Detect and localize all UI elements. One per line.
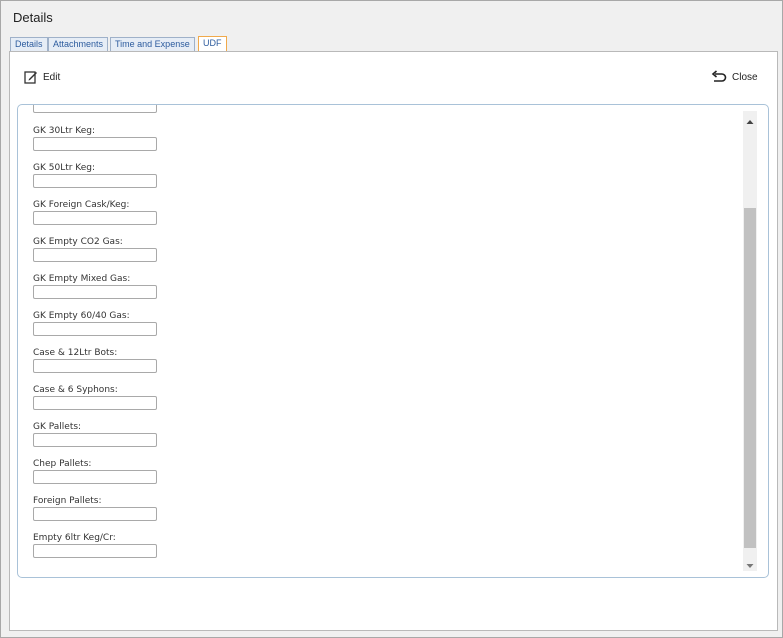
gk-empty-mixed-gas-input[interactable] (33, 285, 157, 299)
gk-empty-co2-gas-input[interactable] (33, 248, 157, 262)
field-chep-pallets: Chep Pallets: (33, 458, 173, 484)
field-case-6-syphons: Case & 6 Syphons: (33, 384, 173, 410)
tab-attachments[interactable]: Attachments (48, 37, 109, 51)
case-12ltr-bots-input[interactable] (33, 359, 157, 373)
empty-6ltr-keg-cr-input[interactable] (33, 544, 157, 558)
field-label: GK Empty 60/40 Gas: (33, 311, 130, 321)
field-label: Case & 12Ltr Bots: (33, 348, 118, 358)
field-label: GK Pallets: (33, 422, 82, 432)
gk-foreign-cask-keg-input[interactable] (33, 211, 157, 225)
gk-empty-60-40-gas-input[interactable] (33, 322, 157, 336)
field-gk-empty-co2-gas: GK Empty CO2 Gas: (33, 236, 173, 262)
scroll-up-button[interactable] (743, 113, 757, 125)
udf-form: GK 30Ltr Keg: GK 50Ltr Keg: GK Foreign C… (17, 104, 769, 578)
field-gk-30ltr-keg: GK 30Ltr Keg: (33, 125, 173, 151)
field-case-12ltr-bots: Case & 12Ltr Bots: (33, 347, 173, 373)
partial-input-field[interactable] (33, 105, 157, 113)
field-gk-empty-60-40-gas: GK Empty 60/40 Gas: (33, 310, 173, 336)
field-label: Case & 6 Syphons: (33, 385, 118, 395)
field-label: GK Empty CO2 Gas: (33, 237, 123, 247)
triangle-up-icon (746, 120, 754, 124)
undo-arrow-icon (711, 70, 727, 82)
field-gk-50ltr-keg: GK 50Ltr Keg: (33, 162, 173, 188)
close-button[interactable]: Close (711, 69, 758, 85)
tab-time-and-expense[interactable]: Time and Expense (110, 37, 195, 51)
udf-panel: Edit Close GK 30Ltr Keg: GK 50Ltr Keg: G… (9, 51, 778, 631)
field-gk-empty-mixed-gas: GK Empty Mixed Gas: (33, 273, 173, 299)
window-title: Details (13, 10, 53, 25)
field-gk-pallets: GK Pallets: (33, 421, 173, 447)
edit-icon (24, 71, 37, 84)
foreign-pallets-input[interactable] (33, 507, 157, 521)
gk-30ltr-keg-input[interactable] (33, 137, 157, 151)
edit-button[interactable]: Edit (24, 69, 60, 85)
field-label: GK 50Ltr Keg: (33, 163, 96, 173)
field-label: GK Empty Mixed Gas: (33, 274, 131, 284)
gk-pallets-input[interactable] (33, 433, 157, 447)
field-label: Empty 6ltr Keg/Cr: (33, 533, 116, 543)
vertical-scrollbar[interactable] (743, 111, 757, 571)
scroll-down-button[interactable] (743, 557, 757, 569)
chep-pallets-input[interactable] (33, 470, 157, 484)
tab-details[interactable]: Details (10, 37, 48, 51)
field-label: GK Foreign Cask/Keg: (33, 200, 130, 210)
tab-udf[interactable]: UDF (198, 36, 227, 52)
field-empty-6ltr-keg-cr: Empty 6ltr Keg/Cr: (33, 532, 173, 558)
close-label: Close (732, 71, 758, 83)
edit-label: Edit (43, 71, 61, 83)
field-foreign-pallets: Foreign Pallets: (33, 495, 173, 521)
gk-50ltr-keg-input[interactable] (33, 174, 157, 188)
case-6-syphons-input[interactable] (33, 396, 157, 410)
field-label: Chep Pallets: (33, 459, 92, 469)
form-scroll-area[interactable]: GK 30Ltr Keg: GK 50Ltr Keg: GK Foreign C… (18, 105, 738, 575)
field-gk-foreign-cask-keg: GK Foreign Cask/Keg: (33, 199, 173, 225)
field-label: Foreign Pallets: (33, 496, 102, 506)
triangle-down-icon (746, 564, 754, 568)
scroll-thumb[interactable] (744, 208, 756, 548)
field-label: GK 30Ltr Keg: (33, 126, 96, 136)
details-window: Details Details Attachments Time and Exp… (0, 0, 783, 638)
